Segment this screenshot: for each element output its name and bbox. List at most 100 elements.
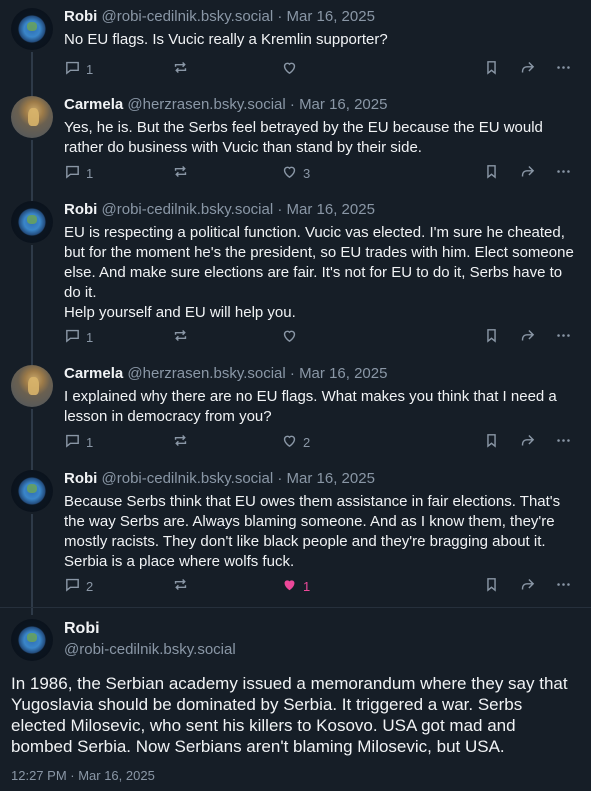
reply-button[interactable]: 1 — [64, 59, 93, 79]
heart-icon — [281, 327, 298, 347]
post-timestamp[interactable]: 12:27 PM · Mar 16, 2025 — [11, 768, 155, 783]
post-actions: 1 3 — [64, 163, 584, 183]
like-count: 3 — [303, 165, 311, 181]
heart-icon — [281, 432, 298, 452]
repost-button[interactable] — [172, 432, 194, 452]
reply-button[interactable]: 1 — [64, 163, 93, 183]
share-button[interactable] — [519, 163, 536, 183]
avatar[interactable] — [11, 365, 53, 407]
author-name[interactable]: Robi — [64, 470, 97, 487]
bookmark-icon — [483, 576, 500, 596]
author-handle[interactable]: @robi-cedilnik.bsky.social — [64, 641, 236, 658]
share-icon — [519, 432, 536, 452]
author-name[interactable]: Robi — [64, 620, 100, 638]
heart-icon — [281, 59, 298, 79]
avatar[interactable] — [11, 470, 53, 512]
bookmark-button[interactable] — [483, 432, 500, 452]
avatar[interactable] — [11, 8, 53, 50]
more-options-button[interactable] — [555, 432, 572, 452]
thread-line — [31, 245, 33, 365]
more-options-button[interactable] — [555, 327, 572, 347]
post-header: Carmela @herzrasen.bsky.social · Mar 16,… — [64, 365, 387, 382]
bookmark-button[interactable] — [483, 576, 500, 596]
reply-button[interactable]: 2 — [64, 576, 93, 596]
author-handle[interactable]: @robi-cedilnik.bsky.social — [102, 8, 274, 25]
share-button[interactable] — [519, 327, 536, 347]
reply-post[interactable]: Carmela @herzrasen.bsky.social · Mar 16,… — [0, 357, 591, 470]
share-button[interactable] — [519, 576, 536, 596]
post-actions: 2 1 — [64, 576, 584, 596]
post-text: Yes, he is. But the Serbs feel betrayed … — [64, 119, 543, 156]
post-text: In 1986, the Serbian academy issued a me… — [11, 674, 568, 756]
like-count: 1 — [303, 578, 311, 594]
author-handle[interactable]: @robi-cedilnik.bsky.social — [102, 201, 274, 218]
author-name[interactable]: Carmela — [64, 365, 123, 382]
more-options-button[interactable] — [555, 59, 572, 79]
like-button[interactable]: 3 — [281, 163, 310, 183]
more-options-button[interactable] — [555, 576, 572, 596]
share-button[interactable] — [519, 59, 536, 79]
separator-dot: · — [277, 470, 287, 487]
reply-count: 1 — [86, 434, 94, 450]
bookmark-icon — [483, 59, 500, 79]
avatar[interactable] — [11, 619, 53, 661]
more-icon — [555, 59, 572, 79]
bookmark-icon — [483, 327, 500, 347]
like-button[interactable]: 2 — [281, 432, 310, 452]
reply-post[interactable]: Carmela @herzrasen.bsky.social · Mar 16,… — [0, 88, 591, 201]
post-text: EU is respecting a political function. V… — [64, 224, 574, 321]
bookmark-icon — [483, 432, 500, 452]
post-actions: 1 2 — [64, 432, 584, 452]
reply-post[interactable]: Robi @robi-cedilnik.bsky.social · Mar 16… — [0, 462, 591, 615]
heart-icon — [281, 576, 298, 596]
thread-line — [31, 140, 33, 201]
author-handle[interactable]: @herzrasen.bsky.social — [127, 96, 285, 113]
share-button[interactable] — [519, 432, 536, 452]
more-options-button[interactable] — [555, 163, 572, 183]
author-name[interactable]: Robi — [64, 201, 97, 218]
bookmark-button[interactable] — [483, 163, 500, 183]
post-actions: 1 — [64, 59, 584, 79]
more-icon — [555, 327, 572, 347]
reply-post[interactable]: Robi @robi-cedilnik.bsky.social · Mar 16… — [0, 193, 591, 365]
more-icon — [555, 576, 572, 596]
repost-button[interactable] — [172, 59, 194, 79]
reply-icon — [64, 432, 81, 452]
repost-icon — [172, 432, 189, 452]
heart-icon — [281, 163, 298, 183]
post-date[interactable]: Mar 16, 2025 — [287, 8, 375, 25]
avatar[interactable] — [11, 96, 53, 138]
repost-button[interactable] — [172, 163, 194, 183]
reply-button[interactable]: 1 — [64, 432, 93, 452]
post-text: Because Serbs think that EU owes them as… — [64, 493, 561, 570]
share-icon — [519, 576, 536, 596]
more-icon — [555, 163, 572, 183]
author-name[interactable]: Robi — [64, 8, 97, 25]
post-text: I explained why there are no EU flags. W… — [64, 388, 557, 425]
thread-line — [31, 514, 33, 615]
author-name[interactable]: Carmela — [64, 96, 123, 113]
avatar[interactable] — [11, 201, 53, 243]
post-date[interactable]: Mar 16, 2025 — [299, 365, 387, 382]
bookmark-button[interactable] — [483, 327, 500, 347]
reply-button[interactable]: 1 — [64, 327, 93, 347]
post-actions: 1 — [64, 327, 584, 347]
like-button[interactable]: 1 — [281, 576, 310, 596]
post-header: Robi @robi-cedilnik.bsky.social · Mar 16… — [64, 470, 375, 487]
author-handle[interactable]: @robi-cedilnik.bsky.social — [102, 470, 274, 487]
like-button[interactable] — [281, 327, 303, 347]
reply-count: 1 — [86, 165, 94, 181]
repost-icon — [172, 59, 189, 79]
post-date[interactable]: Mar 16, 2025 — [287, 201, 375, 218]
reply-post[interactable]: Robi @robi-cedilnik.bsky.social · Mar 16… — [0, 0, 591, 96]
repost-button[interactable] — [172, 576, 194, 596]
post-date[interactable]: Mar 16, 2025 — [287, 470, 375, 487]
reply-icon — [64, 327, 81, 347]
post-date[interactable]: Mar 16, 2025 — [299, 96, 387, 113]
author-handle[interactable]: @herzrasen.bsky.social — [127, 365, 285, 382]
repost-button[interactable] — [172, 327, 194, 347]
like-button[interactable] — [281, 59, 303, 79]
bookmark-button[interactable] — [483, 59, 500, 79]
repost-icon — [172, 576, 189, 596]
post-text: No EU flags. Is Vucic really a Kremlin s… — [64, 31, 388, 48]
